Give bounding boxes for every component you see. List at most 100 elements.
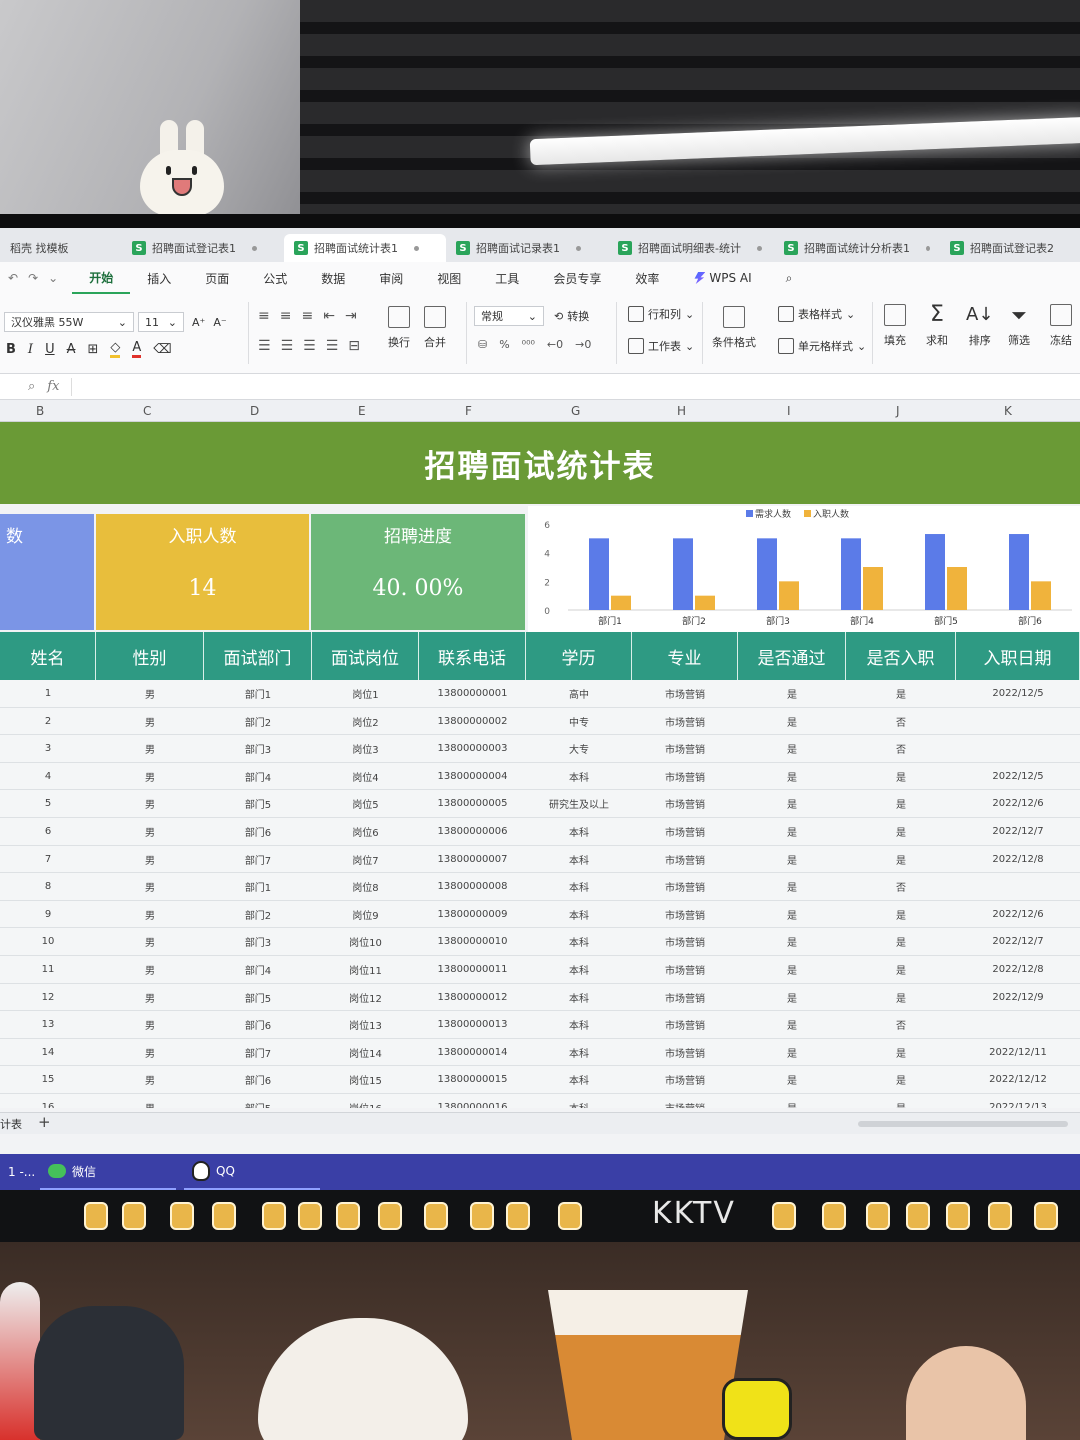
table-cell[interactable]: 是 — [846, 1094, 956, 1108]
wrap-text-button[interactable]: 换行 — [388, 306, 410, 350]
table-cell[interactable]: 男 — [96, 1066, 204, 1093]
column-header[interactable]: C — [143, 404, 151, 418]
convert-button[interactable]: 转换 — [567, 308, 589, 324]
strikethrough-button[interactable]: A — [67, 342, 76, 357]
table-cell[interactable]: 市场营销 — [632, 1066, 738, 1093]
table-cell[interactable]: 本科 — [526, 956, 632, 983]
column-header[interactable]: B — [36, 404, 44, 418]
menu-item[interactable]: 会员专享 — [536, 262, 618, 294]
table-cell[interactable]: 2022/12/5 — [956, 763, 1080, 790]
table-cell[interactable]: 男 — [96, 846, 204, 873]
fill-button[interactable]: 填充 — [884, 304, 906, 348]
table-cell[interactable]: 本科 — [526, 928, 632, 955]
row-col-button[interactable]: 行和列 ⌄ — [628, 306, 694, 322]
menu-item[interactable]: 插入 — [130, 262, 188, 294]
table-cell[interactable]: 部门5 — [204, 790, 312, 817]
table-cell[interactable]: 部门7 — [204, 1039, 312, 1066]
fill-color-icon[interactable]: ◇ — [110, 340, 121, 358]
filter-button[interactable]: ⏷ 筛选 — [1008, 304, 1030, 348]
column-header[interactable]: I — [787, 404, 791, 418]
table-header-cell[interactable]: 面试岗位 — [312, 632, 419, 680]
convert-icon[interactable]: ⟲ — [554, 310, 563, 323]
table-header-cell[interactable]: 姓名 — [0, 632, 96, 680]
table-cell[interactable]: 部门4 — [204, 956, 312, 983]
table-cell[interactable]: 市场营销 — [632, 1094, 738, 1108]
decimal-increase-icon[interactable]: ←0 — [547, 338, 563, 351]
table-cell[interactable]: 岗位1 — [312, 680, 419, 707]
document-tab[interactable]: S 招聘面试登记表1 — [122, 234, 284, 262]
zoom-icon[interactable]: ⌕ — [28, 379, 35, 394]
table-cell[interactable]: 市场营销 — [632, 790, 738, 817]
font-size-select[interactable]: 11 ⌄ — [138, 312, 184, 332]
table-style-button[interactable]: 表格样式 ⌄ — [778, 306, 855, 322]
table-cell[interactable]: 男 — [96, 763, 204, 790]
table-cell[interactable]: 是 — [738, 1039, 846, 1066]
table-cell[interactable]: 市场营销 — [632, 735, 738, 762]
table-cell[interactable]: 部门1 — [204, 873, 312, 900]
table-cell[interactable]: 2022/12/5 — [956, 680, 1080, 707]
table-cell[interactable]: 2022/12/7 — [956, 928, 1080, 955]
table-cell[interactable]: 1 — [0, 680, 96, 707]
table-cell[interactable]: 是 — [846, 1066, 956, 1093]
table-cell[interactable]: 3 — [0, 735, 96, 762]
table-cell[interactable]: 是 — [846, 984, 956, 1011]
table-cell[interactable]: 2 — [0, 708, 96, 735]
table-header-cell[interactable]: 面试部门 — [204, 632, 312, 680]
cell-style-button[interactable]: 单元格样式 ⌄ — [778, 338, 866, 354]
taskbar-qq[interactable]: QQ — [184, 1154, 320, 1190]
table-cell[interactable]: 是 — [738, 1094, 846, 1108]
horizontal-scrollbar[interactable] — [858, 1121, 1068, 1127]
table-cell[interactable]: 13800000012 — [419, 984, 526, 1011]
table-cell[interactable]: 本科 — [526, 818, 632, 845]
font-shrink-button[interactable]: A⁻ — [213, 316, 226, 329]
table-cell[interactable]: 是 — [846, 956, 956, 983]
sort-button[interactable]: A↓ 排序 — [966, 304, 993, 348]
formula-input[interactable] — [71, 377, 1080, 396]
align-center-icon[interactable]: ☰ — [281, 338, 294, 354]
table-cell[interactable]: 是 — [738, 763, 846, 790]
table-cell[interactable]: 市场营销 — [632, 708, 738, 735]
table-cell[interactable]: 13 — [0, 1011, 96, 1038]
table-cell[interactable]: 是 — [846, 818, 956, 845]
table-cell[interactable]: 2022/12/8 — [956, 956, 1080, 983]
column-header[interactable]: K — [1004, 404, 1012, 418]
column-header[interactable]: G — [571, 404, 580, 418]
border-icon[interactable]: ⊞ — [87, 342, 98, 357]
freeze-button[interactable]: 冻结 — [1050, 304, 1072, 348]
table-cell[interactable]: 市场营销 — [632, 680, 738, 707]
department-bar-chart[interactable]: 0 2 4 6 需求人数 入职人数 部门1 部门2 部门3 部门4 部门5 部门6 — [528, 506, 1080, 632]
table-cell[interactable]: 高中 — [526, 680, 632, 707]
thousands-icon[interactable]: ⁰⁰⁰ — [522, 338, 535, 351]
column-header[interactable]: E — [358, 404, 366, 418]
document-tab[interactable]: S 招聘面试统计表1 — [284, 234, 446, 262]
table-cell[interactable]: 男 — [96, 984, 204, 1011]
column-header[interactable]: F — [465, 404, 472, 418]
menu-item[interactable]: 公式 — [246, 262, 304, 294]
table-cell[interactable]: 否 — [846, 708, 956, 735]
table-cell[interactable]: 是 — [738, 818, 846, 845]
table-header-cell[interactable]: 专业 — [632, 632, 738, 680]
table-cell[interactable]: 市场营销 — [632, 956, 738, 983]
table-cell[interactable]: 市场营销 — [632, 873, 738, 900]
function-icon[interactable]: fx — [47, 379, 59, 394]
table-cell[interactable]: 研究生及以上 — [526, 790, 632, 817]
table-cell[interactable]: 否 — [846, 735, 956, 762]
table-cell[interactable]: 2022/12/11 — [956, 1039, 1080, 1066]
indent-increase-icon[interactable]: ⇥ — [345, 308, 357, 324]
table-cell[interactable]: 男 — [96, 1039, 204, 1066]
table-header-cell[interactable]: 入职日期 — [956, 632, 1080, 680]
currency-icon[interactable]: ⛁ — [478, 338, 487, 351]
justify-icon[interactable]: ☰ — [326, 338, 339, 354]
taskbar-item[interactable]: 1 -... — [0, 1154, 36, 1190]
table-cell[interactable]: 是 — [738, 708, 846, 735]
menu-item[interactable]: 开始 — [72, 262, 131, 294]
table-cell[interactable]: 部门6 — [204, 1011, 312, 1038]
table-cell[interactable]: 13800000009 — [419, 901, 526, 928]
document-tab[interactable]: S 招聘面试记录表1 — [446, 234, 608, 262]
table-cell[interactable]: 是 — [738, 846, 846, 873]
align-top-icon[interactable]: ≡ — [258, 308, 270, 324]
table-cell[interactable]: 岗位2 — [312, 708, 419, 735]
merge-cells-button[interactable]: 合并 — [424, 306, 446, 350]
table-cell[interactable]: 男 — [96, 680, 204, 707]
search-icon[interactable]: ⌕ — [769, 262, 810, 294]
